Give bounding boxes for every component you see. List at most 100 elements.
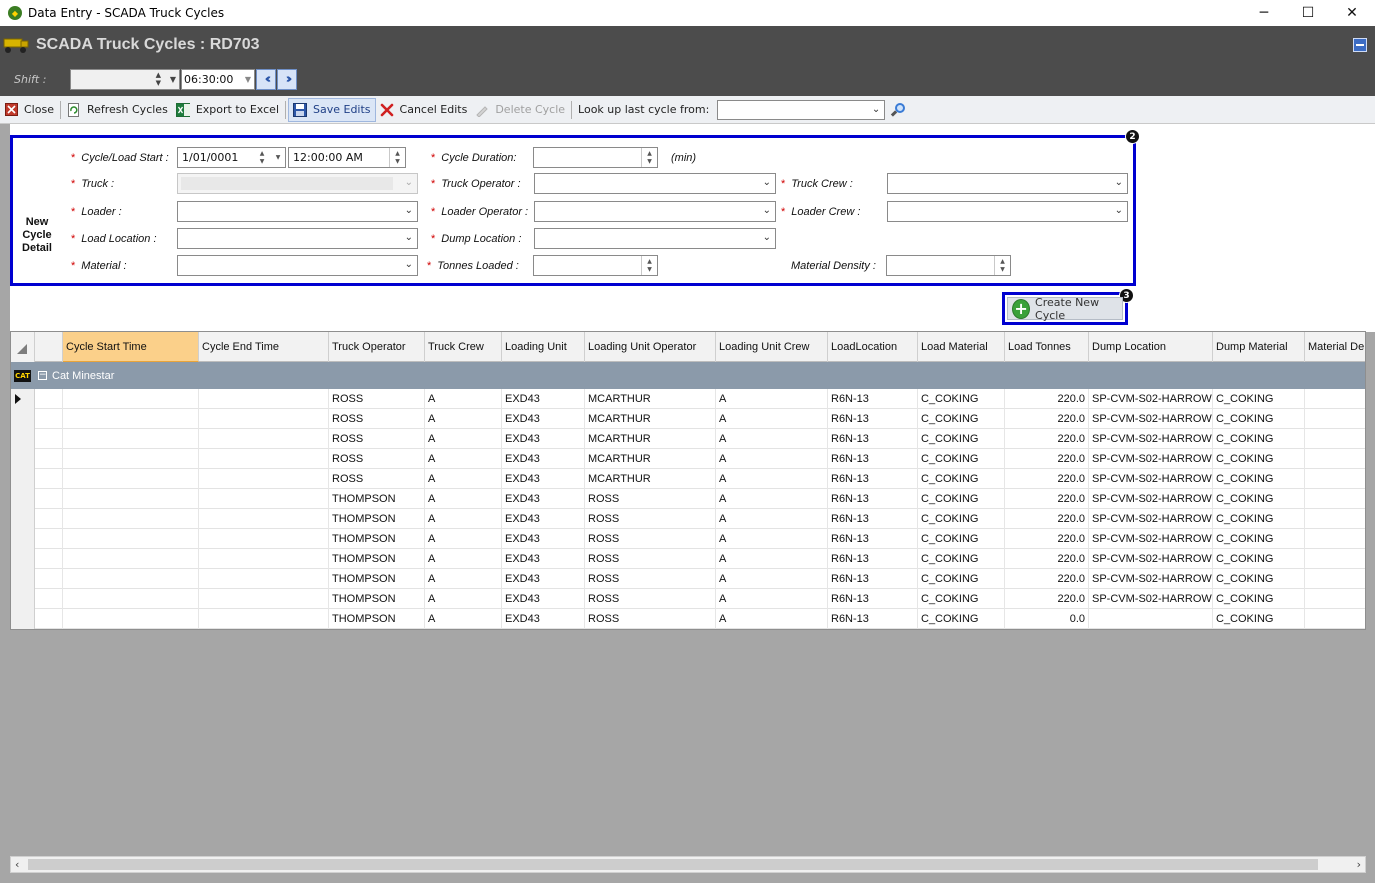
cell-dump-material[interactable]: C_COKING [1213, 449, 1305, 469]
chevron-down-icon[interactable]: ▼ [170, 75, 176, 84]
cell-loading-unit-operator[interactable]: MCARTHUR [585, 469, 716, 489]
cell-load-tonnes[interactable]: 0.0 [1005, 609, 1089, 629]
cell-dump-material[interactable]: C_COKING [1213, 429, 1305, 449]
cell-material-density[interactable] [1305, 489, 1365, 509]
cell-loading-unit[interactable]: EXD43 [502, 549, 585, 569]
cycle-start-time-field[interactable]: 12:00:00 AM ▲ ▼ [288, 147, 406, 168]
cell-loading-unit-operator[interactable]: ROSS [585, 509, 716, 529]
cell-truck-operator[interactable]: ROSS [329, 409, 425, 429]
cell-loading-unit-operator[interactable]: MCARTHUR [585, 389, 716, 409]
cell-truck-operator[interactable]: THOMPSON [329, 569, 425, 589]
cell-dump-location[interactable]: SP-CVM-S02-HARROW [1089, 489, 1213, 509]
export-to-excel-button[interactable]: Export to Excel [172, 98, 283, 122]
table-row[interactable]: THOMPSON A EXD43 ROSS A R6N-13 C_COKING 220.0 SP… [11, 549, 1365, 569]
cell-dump-material[interactable]: C_COKING [1213, 549, 1305, 569]
cell-dump-location[interactable]: SP-CVM-S02-HARROW [1089, 389, 1213, 409]
cell-cycle-end-time[interactable] [199, 569, 329, 589]
col-header-truck-crew[interactable]: Truck Crew [425, 332, 502, 362]
cell-dump-material[interactable]: C_COKING [1213, 469, 1305, 489]
lookup-last-cycle-dropdown[interactable]: ⌄ [717, 99, 886, 120]
col-header-loading-unit-operator[interactable]: Loading Unit Operator [585, 332, 716, 362]
shift-date-field[interactable]: ▲ ▼ ▼ [70, 69, 180, 90]
cell-material-density[interactable] [1305, 529, 1365, 549]
col-header-loading-unit[interactable]: Loading Unit [502, 332, 585, 362]
close-window-button[interactable]: ✕ [1329, 0, 1375, 26]
cell-material-density[interactable] [1305, 429, 1365, 449]
cell-load-material[interactable]: C_COKING [918, 529, 1005, 549]
cell-loading-unit[interactable]: EXD43 [502, 569, 585, 589]
cell-cycle-start-time[interactable] [63, 509, 199, 529]
cell-load-material[interactable]: C_COKING [918, 389, 1005, 409]
col-header-dump-material[interactable]: Dump Material [1213, 332, 1305, 362]
cell-loading-unit[interactable]: EXD43 [502, 409, 585, 429]
cell-dump-material[interactable]: C_COKING [1213, 489, 1305, 509]
cell-load-location[interactable]: R6N-13 [828, 489, 918, 509]
cell-cycle-end-time[interactable] [199, 389, 329, 409]
cell-dump-material[interactable]: C_COKING [1213, 609, 1305, 629]
cell-dump-material[interactable]: C_COKING [1213, 569, 1305, 589]
cell-loading-unit-crew[interactable]: A [716, 509, 828, 529]
cell-dump-location[interactable]: SP-CVM-S02-HARROW [1089, 509, 1213, 529]
cell-load-tonnes[interactable]: 220.0 [1005, 449, 1089, 469]
cell-load-tonnes[interactable]: 220.0 [1005, 509, 1089, 529]
horizontal-scrollbar[interactable]: ‹ › [10, 856, 1366, 873]
table-row[interactable]: THOMPSON A EXD43 ROSS A R6N-13 C_COKING 220.0 SP… [11, 589, 1365, 609]
row-selector[interactable] [11, 549, 35, 569]
cell-load-location[interactable]: R6N-13 [828, 469, 918, 489]
cell-cycle-start-time[interactable] [63, 609, 199, 629]
cell-dump-location[interactable]: SP-CVM-S02-HARROW [1089, 549, 1213, 569]
cell-cycle-start-time[interactable] [63, 389, 199, 409]
group-row-cat-minestar[interactable]: CAT − Cat Minestar [11, 362, 1365, 389]
cell-dump-material[interactable]: C_COKING [1213, 589, 1305, 609]
cell-loading-unit[interactable]: EXD43 [502, 609, 585, 629]
chevron-down-icon[interactable]: ▼ [245, 75, 251, 84]
cell-material-density[interactable] [1305, 569, 1365, 589]
spinner-icon[interactable]: ▲ ▼ [641, 148, 657, 167]
truck-crew-dropdown[interactable]: ⌄ [887, 173, 1128, 194]
table-row[interactable]: ROSS A EXD43 MCARTHUR A R6N-13 C_COKING 220.0 SP… [11, 409, 1365, 429]
cell-load-location[interactable]: R6N-13 [828, 589, 918, 609]
cell-loading-unit-crew[interactable]: A [716, 529, 828, 549]
cell-dump-material[interactable]: C_COKING [1213, 389, 1305, 409]
cell-cycle-start-time[interactable] [63, 469, 199, 489]
grid-corner[interactable] [11, 332, 35, 362]
cell-loading-unit-operator[interactable]: ROSS [585, 529, 716, 549]
cell-cycle-end-time[interactable] [199, 469, 329, 489]
spinner-icon[interactable]: ▲ ▼ [156, 71, 161, 87]
row-selector[interactable] [11, 589, 35, 609]
row-selector[interactable] [11, 449, 35, 469]
cell-load-location[interactable]: R6N-13 [828, 429, 918, 449]
dump-location-dropdown[interactable]: ⌄ [534, 228, 776, 249]
spinner-icon[interactable]: ▲ ▼ [641, 256, 657, 275]
cell-dump-location[interactable]: SP-CVM-S02-HARROW [1089, 429, 1213, 449]
row-selector[interactable] [11, 409, 35, 429]
cell-cycle-end-time[interactable] [199, 609, 329, 629]
cell-dump-location[interactable]: SP-CVM-S02-HARROW [1089, 449, 1213, 469]
cell-load-location[interactable]: R6N-13 [828, 389, 918, 409]
cell-truck-crew[interactable]: A [425, 389, 502, 409]
cell-load-tonnes[interactable]: 220.0 [1005, 389, 1089, 409]
cell-cycle-end-time[interactable] [199, 489, 329, 509]
cell-loading-unit-crew[interactable]: A [716, 569, 828, 589]
cell-load-tonnes[interactable]: 220.0 [1005, 569, 1089, 589]
cell-load-material[interactable]: C_COKING [918, 429, 1005, 449]
cell-truck-crew[interactable]: A [425, 589, 502, 609]
loader-dropdown[interactable]: ⌄ [177, 201, 418, 222]
cell-cycle-end-time[interactable] [199, 529, 329, 549]
cell-truck-crew[interactable]: A [425, 609, 502, 629]
cell-loading-unit-crew[interactable]: A [716, 549, 828, 569]
close-button[interactable]: Close [0, 98, 58, 122]
col-header-cycle-end-time[interactable]: Cycle End Time [199, 332, 329, 362]
cell-load-location[interactable]: R6N-13 [828, 529, 918, 549]
col-header-material-density[interactable]: Material De [1305, 332, 1365, 362]
spinner-icon[interactable]: ▲ ▼ [994, 256, 1010, 275]
cell-truck-operator[interactable]: THOMPSON [329, 489, 425, 509]
table-row[interactable]: THOMPSON A EXD43 ROSS A R6N-13 C_COKING 220.0 SP… [11, 509, 1365, 529]
cell-load-material[interactable]: C_COKING [918, 409, 1005, 429]
loader-crew-dropdown[interactable]: ⌄ [887, 201, 1128, 222]
cell-load-tonnes[interactable]: 220.0 [1005, 489, 1089, 509]
cell-load-material[interactable]: C_COKING [918, 589, 1005, 609]
cell-dump-location[interactable]: SP-CVM-S02-HARROW [1089, 569, 1213, 589]
cell-loading-unit-crew[interactable]: A [716, 389, 828, 409]
load-location-dropdown[interactable]: ⌄ [177, 228, 418, 249]
